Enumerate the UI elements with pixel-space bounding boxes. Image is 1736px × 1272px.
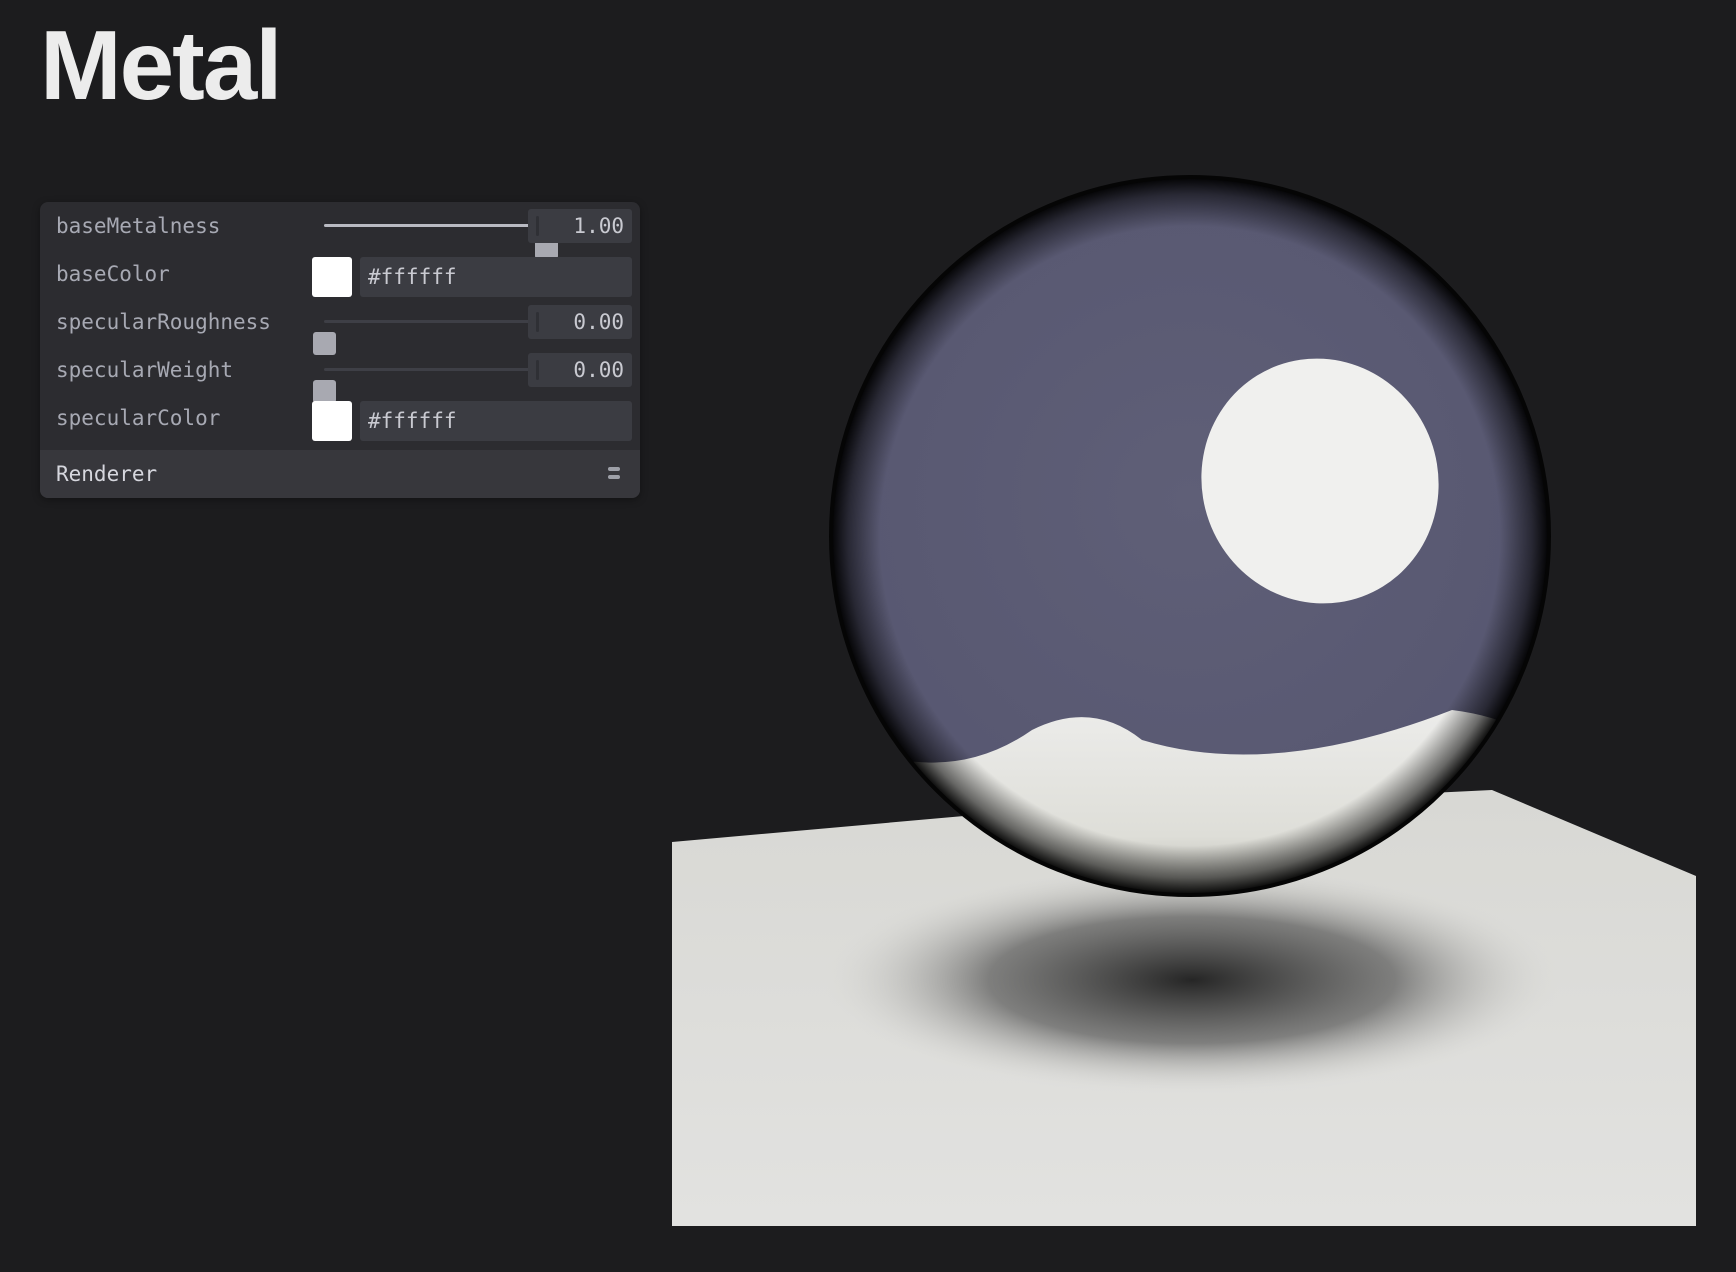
drag-grip-icon[interactable] — [536, 312, 539, 332]
base-color-input[interactable]: #ffffff — [360, 257, 632, 297]
base-color-row: baseColor #ffffff — [40, 250, 640, 298]
base-color-label: baseColor — [56, 262, 170, 286]
specular-roughness-input[interactable]: 0.00 — [528, 305, 632, 339]
specular-weight-input[interactable]: 0.00 — [528, 353, 632, 387]
specular-weight-value: 0.00 — [573, 358, 624, 382]
render-canvas — [672, 175, 1696, 1226]
specular-weight-label: specularWeight — [56, 358, 234, 382]
drag-grip-icon[interactable] — [536, 360, 539, 380]
controls-pane: baseMetalness 1.00 baseColor #ffffff spe… — [40, 202, 640, 498]
base-metalness-slider[interactable] — [312, 202, 558, 259]
renderer-folder-title: Renderer — [56, 462, 158, 486]
specular-color-row: specularColor #ffffff — [40, 394, 640, 442]
slider-track — [324, 224, 558, 259]
slider-track — [313, 368, 546, 403]
slider-fill — [324, 224, 546, 227]
render-viewport[interactable] — [672, 160, 1696, 1226]
sphere-shadow — [822, 865, 1562, 1095]
base-metalness-row: baseMetalness 1.00 — [40, 202, 640, 259]
specular-color-swatch[interactable] — [312, 401, 352, 441]
base-metalness-value: 1.00 — [573, 214, 624, 238]
base-metalness-input[interactable]: 1.00 — [528, 209, 632, 243]
base-color-swatch[interactable] — [312, 257, 352, 297]
slider-track — [313, 320, 546, 355]
specular-roughness-label: specularRoughness — [56, 310, 271, 334]
drag-grip-icon[interactable] — [536, 216, 539, 236]
renderer-folder[interactable]: Renderer — [40, 450, 640, 498]
specular-weight-slider[interactable] — [312, 346, 552, 403]
specular-roughness-slider[interactable] — [312, 298, 552, 355]
specular-weight-row: specularWeight 0.00 — [40, 346, 640, 403]
folder-toggle-icon[interactable] — [608, 467, 620, 481]
specular-roughness-row: specularRoughness 0.00 — [40, 298, 640, 355]
page-title: Metal — [40, 10, 283, 120]
folder-toggle-bar — [608, 475, 620, 479]
folder-toggle-bar — [608, 467, 620, 471]
specular-color-input[interactable]: #ffffff — [360, 401, 632, 441]
base-metalness-label: baseMetalness — [56, 214, 221, 238]
specular-color-label: specularColor — [56, 406, 221, 430]
specular-roughness-value: 0.00 — [573, 310, 624, 334]
